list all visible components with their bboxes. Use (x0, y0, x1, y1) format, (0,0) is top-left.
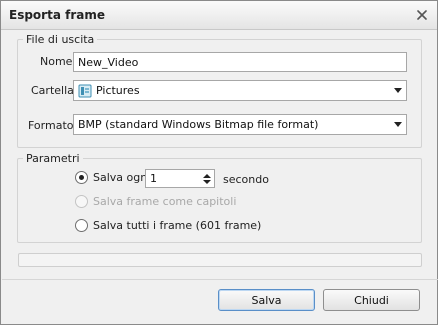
save-every-stepper[interactable]: 1 (145, 169, 215, 188)
title-bar[interactable]: Esporta frame (1, 1, 437, 30)
save-all-label: Salva tutti i frame (601 frame) (93, 219, 262, 232)
save-every-label: Salva ogni (93, 171, 151, 184)
name-input[interactable] (73, 52, 407, 72)
save-every-radio[interactable] (75, 171, 88, 184)
save-every-option[interactable]: Salva ogni (75, 171, 150, 184)
chevron-down-icon[interactable] (390, 82, 406, 100)
save-as-chapters-option: Salva frame come capitoli (75, 195, 236, 208)
folder-label: Cartella (31, 84, 74, 97)
close-window-button[interactable] (413, 6, 431, 24)
format-select[interactable]: BMP (standard Windows Bitmap file format… (73, 114, 407, 135)
parameters-group-title: Parametri (23, 152, 83, 165)
save-every-value: 1 (150, 172, 157, 185)
save-all-radio[interactable] (75, 219, 88, 232)
save-as-chapters-label: Salva frame come capitoli (93, 195, 237, 208)
save-every-unit: secondo (223, 173, 269, 186)
dialog-title: Esporta frame (9, 8, 105, 22)
spin-arrows-icon[interactable] (200, 170, 214, 187)
folder-select[interactable]: Pictures (73, 80, 407, 101)
save-all-option[interactable]: Salva tutti i frame (601 frame) (75, 219, 261, 232)
chevron-down-icon[interactable] (390, 116, 406, 134)
close-icon (417, 10, 427, 20)
save-as-chapters-radio (75, 195, 88, 208)
output-file-group-title: File di uscita (23, 33, 98, 46)
folder-select-value: Pictures (96, 84, 140, 97)
footer-divider (2, 279, 438, 280)
format-label: Formato (28, 119, 74, 132)
close-button[interactable]: Chiudi (323, 289, 420, 311)
format-select-value: BMP (standard Windows Bitmap file format… (78, 118, 319, 131)
export-progress-bar (18, 253, 422, 267)
pictures-folder-icon (78, 84, 92, 98)
save-button[interactable]: Salva (218, 289, 315, 311)
name-label: Nome (40, 55, 73, 68)
export-frame-dialog: Esporta frame File di uscita Nome Cartel… (0, 0, 438, 325)
